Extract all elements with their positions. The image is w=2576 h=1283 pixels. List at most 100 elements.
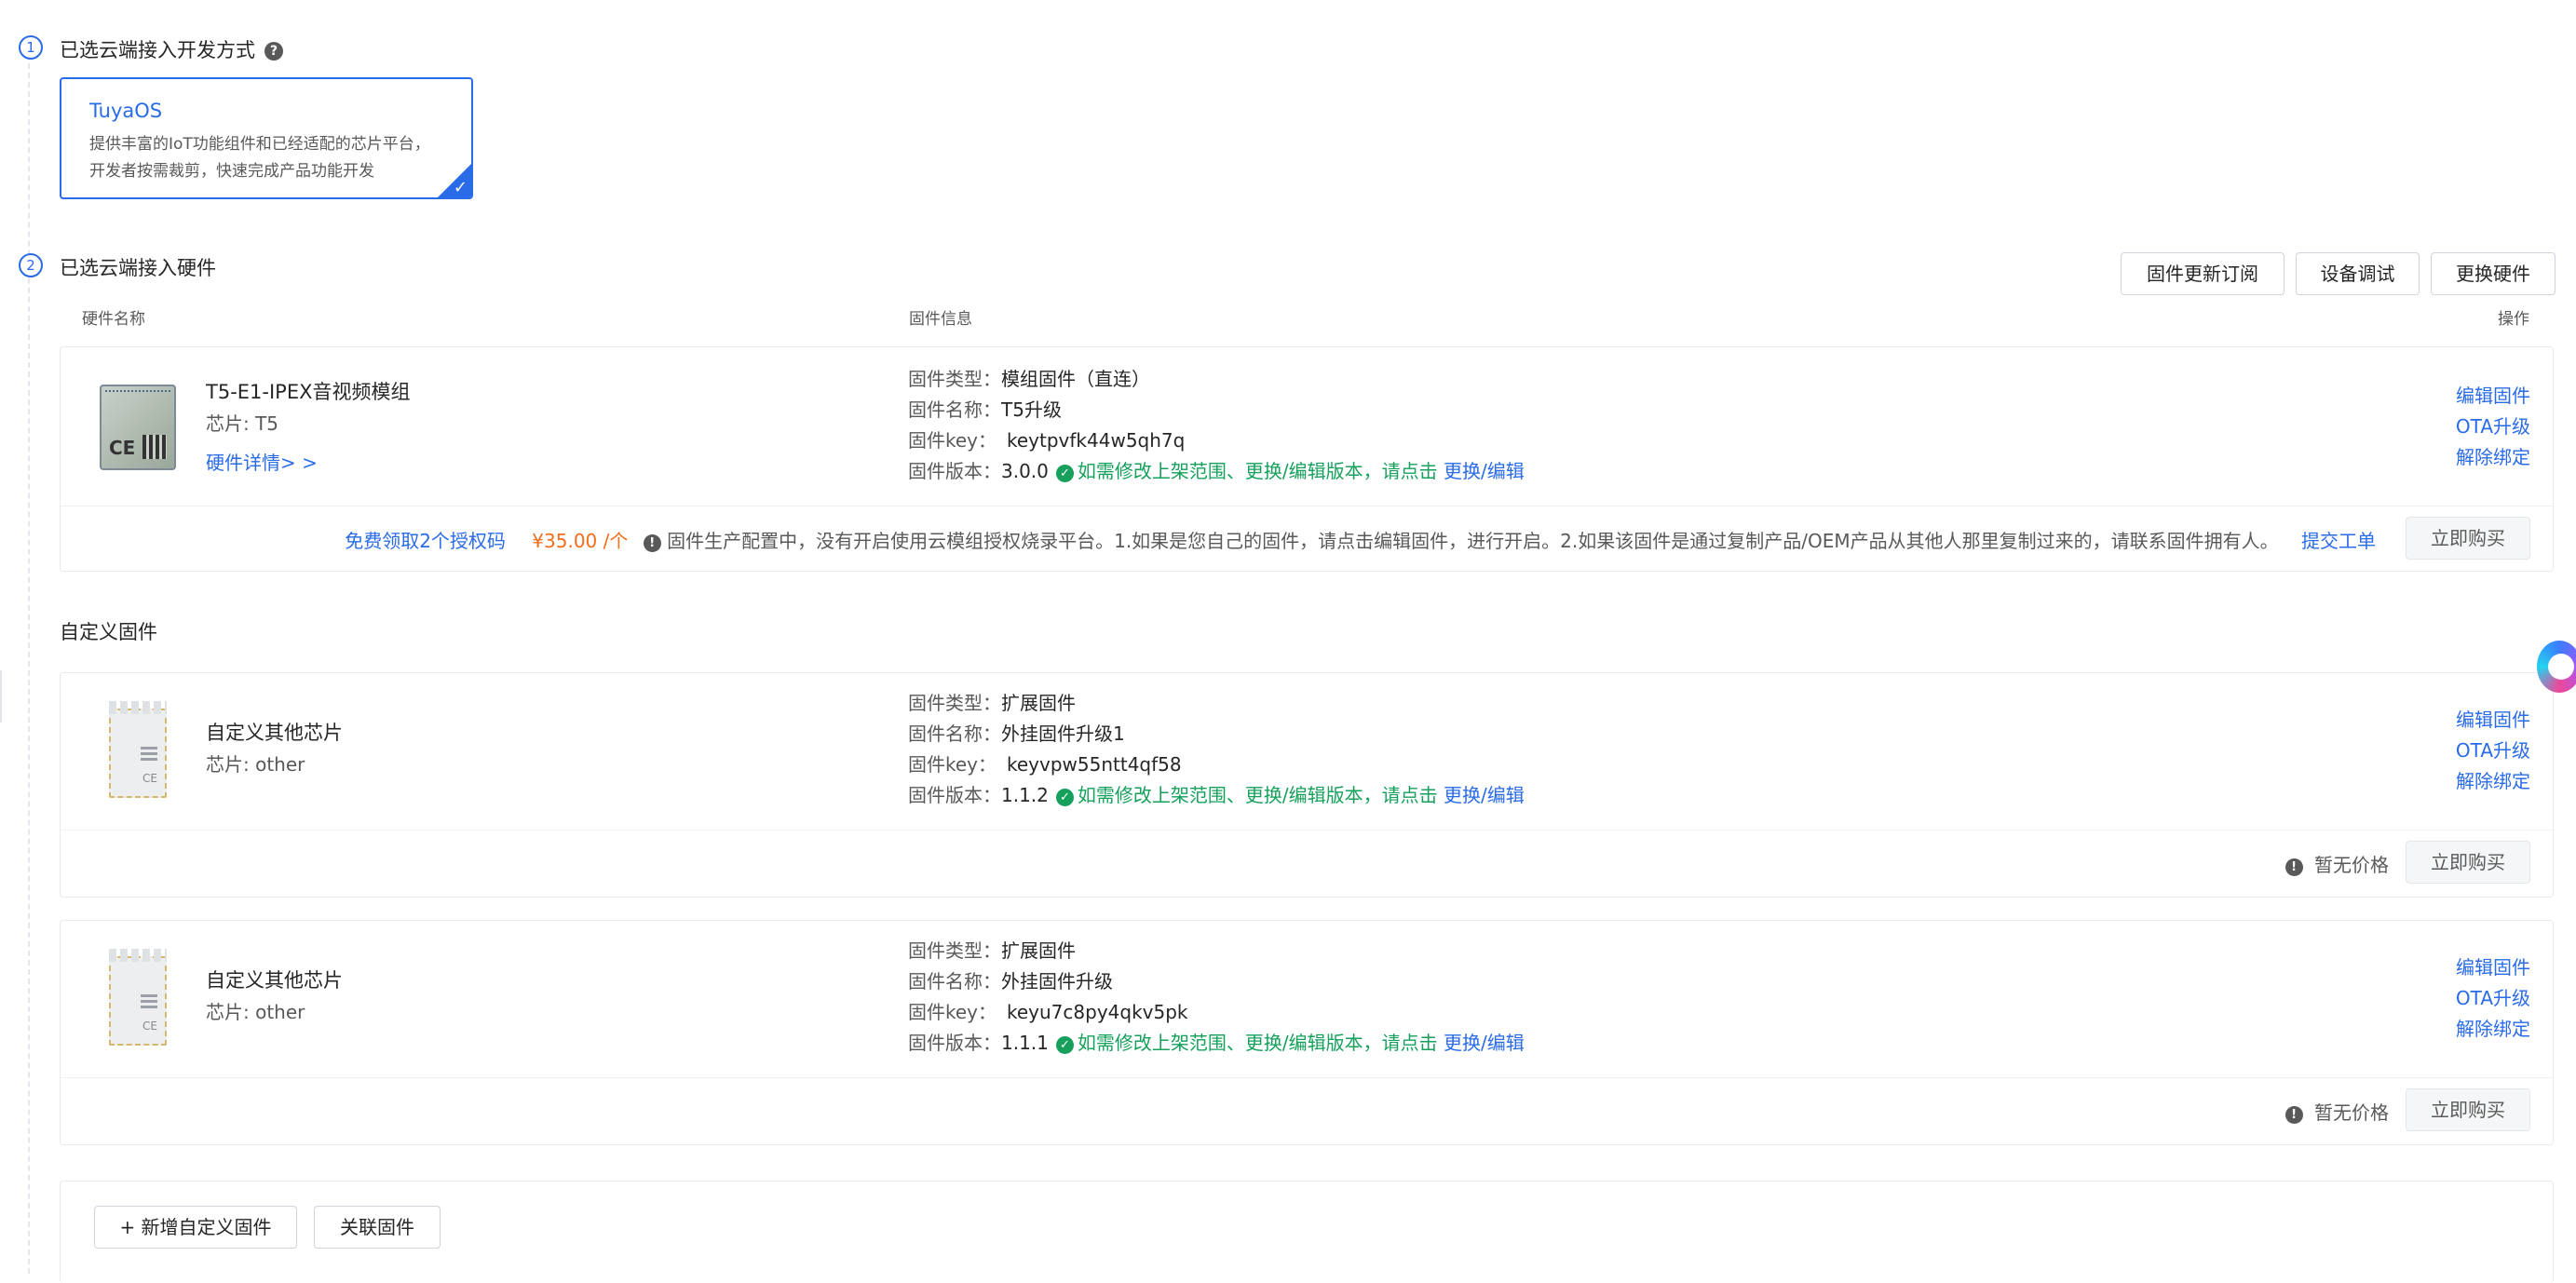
column-ops: 操作 bbox=[2498, 310, 2529, 329]
fw-key-value: keytpvfk44w5qh7q bbox=[1007, 429, 1186, 452]
fw-key-label: 固件key： bbox=[908, 753, 997, 776]
left-edge-marker bbox=[0, 670, 2, 723]
card-divider bbox=[61, 1077, 2553, 1078]
ota-upgrade-link[interactable]: OTA升级 bbox=[2456, 983, 2530, 1014]
edit-firmware-link[interactable]: 编辑固件 bbox=[2456, 952, 2530, 983]
fw-name-label: 固件名称： bbox=[908, 723, 1001, 745]
fw-type-label: 固件类型： bbox=[908, 368, 1001, 390]
ops-column: 编辑固件 OTA升级 解除绑定 bbox=[2456, 381, 2530, 473]
buy-now-button[interactable]: 立即购买 bbox=[2406, 517, 2530, 560]
fw-key-value: keyu7c8py4qkv5pk bbox=[1007, 1001, 1188, 1023]
step-1-title-text: 已选云端接入开发方式 bbox=[60, 39, 255, 61]
edit-firmware-link[interactable]: 编辑固件 bbox=[2456, 705, 2530, 736]
warning-icon: ! bbox=[643, 534, 661, 552]
fw-key-label: 固件key： bbox=[908, 1001, 997, 1023]
firmware-subscribe-button[interactable]: 固件更新订阅 bbox=[2121, 252, 2285, 295]
column-firmware: 固件信息 bbox=[909, 310, 972, 329]
step-2-number: 2 bbox=[19, 253, 43, 277]
fw-version-label: 固件版本： bbox=[908, 784, 1001, 806]
fw-name-value: 外挂固件升级 bbox=[1001, 970, 1113, 993]
generic-chip-image: CE bbox=[109, 949, 167, 1046]
add-custom-firmware-button[interactable]: + 新增自定义固件 bbox=[94, 1206, 297, 1249]
production-notice: 固件生产配置中，没有开启使用云模组授权烧录平台。1.如果是您自己的固件，请点击编… bbox=[667, 530, 2279, 552]
fw-key-value: keyvpw55ntt4qf58 bbox=[1007, 753, 1182, 776]
firmware-info: 固件类型：扩展固件 固件名称：外挂固件升级 固件key： keyu7c8py4qk… bbox=[908, 936, 1525, 1059]
fw-version-value: 1.1.1 bbox=[1001, 1032, 1049, 1054]
fw-version-value: 1.1.2 bbox=[1001, 784, 1049, 806]
price: ¥35.00 /个 bbox=[532, 530, 629, 552]
link-firmware-button[interactable]: 关联固件 bbox=[314, 1206, 441, 1249]
version-tip: 如需修改上架范围、更换/编辑版本，请点击 bbox=[1077, 460, 1438, 482]
warning-icon: ! bbox=[2285, 1106, 2303, 1124]
fw-version-label: 固件版本： bbox=[908, 1032, 1001, 1054]
hardware-detail-link[interactable]: 硬件详情> > bbox=[206, 448, 318, 475]
version-edit-link[interactable]: 更换/编辑 bbox=[1444, 460, 1525, 482]
fw-name-value: 外挂固件升级1 bbox=[1001, 723, 1125, 745]
custom-chip-name: 自定义其他芯片 bbox=[206, 969, 343, 992]
warning-icon: ! bbox=[2285, 858, 2303, 876]
check-icon: ✓ bbox=[453, 178, 468, 197]
device-debug-button[interactable]: 设备调试 bbox=[2296, 252, 2420, 295]
custom-firmware-card-1: CE 自定义其他芯片 芯片: other 固件类型：扩展固件 固件名称：外挂固件… bbox=[60, 672, 2554, 898]
ota-upgrade-link[interactable]: OTA升级 bbox=[2456, 736, 2530, 766]
module-chip-image: CE bbox=[100, 385, 176, 470]
fw-type-label: 固件类型： bbox=[908, 692, 1001, 714]
unbind-link[interactable]: 解除绑定 bbox=[2456, 1014, 2530, 1045]
custom-chip-name: 自定义其他芯片 bbox=[206, 722, 343, 744]
version-edit-link[interactable]: 更换/编辑 bbox=[1444, 1032, 1525, 1054]
version-tip: 如需修改上架范围、更换/编辑版本，请点击 bbox=[1077, 784, 1438, 806]
step-2-title: 已选云端接入硬件 bbox=[60, 257, 216, 279]
fw-version-value: 3.0.0 bbox=[1001, 460, 1049, 482]
replace-hardware-button[interactable]: 更换硬件 bbox=[2431, 252, 2556, 295]
ops-column: 编辑固件 OTA升级 解除绑定 bbox=[2456, 952, 2530, 1045]
tuyaos-card[interactable]: TuyaOS 提供丰富的IoT功能组件和已经适配的芯片平台，开发者按需裁剪，快速… bbox=[60, 77, 473, 199]
hardware-chip: 芯片: T5 bbox=[206, 412, 279, 435]
assistant-float-icon[interactable] bbox=[2537, 641, 2576, 693]
fw-type-value: 扩展固件 bbox=[1001, 692, 1076, 714]
fw-name-label: 固件名称： bbox=[908, 398, 1001, 421]
firmware-info: 固件类型：扩展固件 固件名称：外挂固件升级1 固件key： keyvpw55ntt… bbox=[908, 688, 1525, 811]
fw-version-label: 固件版本： bbox=[908, 460, 1001, 482]
step-1-number: 1 bbox=[19, 35, 43, 60]
price-row: ! 暂无价格 bbox=[2285, 850, 2389, 877]
buy-now-button[interactable]: 立即购买 bbox=[2406, 1088, 2530, 1131]
success-check-icon: ✓ bbox=[1055, 789, 1074, 806]
submit-ticket-link[interactable]: 提交工单 bbox=[2301, 530, 2376, 552]
hardware-card-main: CE T5-E1-IPEX音视频模组 芯片: T5 硬件详情> > 固件类型：模… bbox=[60, 346, 2554, 572]
step-connector-line bbox=[28, 54, 30, 1274]
fw-type-label: 固件类型： bbox=[908, 939, 1001, 962]
tuyaos-description: 提供丰富的IoT功能组件和已经适配的芯片平台，开发者按需裁剪，快速完成产品功能开… bbox=[89, 135, 430, 181]
no-price-text: 暂无价格 bbox=[2314, 1101, 2389, 1124]
unbind-link[interactable]: 解除绑定 bbox=[2456, 766, 2530, 797]
generic-chip-image: CE bbox=[109, 701, 167, 798]
unbind-link[interactable]: 解除绑定 bbox=[2456, 442, 2530, 473]
custom-firmware-actions: + 新增自定义固件 关联固件 bbox=[60, 1181, 2554, 1283]
step-1-title: 已选云端接入开发方式? bbox=[60, 35, 283, 63]
fw-type-value: 模组固件（直连） bbox=[1001, 368, 1150, 390]
custom-firmware-title: 自定义固件 bbox=[60, 621, 157, 643]
custom-chip-label: 芯片: other bbox=[206, 753, 305, 776]
firmware-info: 固件类型：模组固件（直连） 固件名称：T5升级 固件key： keytpvfk44… bbox=[908, 364, 1525, 487]
no-price-text: 暂无价格 bbox=[2314, 854, 2389, 876]
card-divider bbox=[61, 830, 2553, 831]
hardware-name: T5-E1-IPEX音视频模组 bbox=[206, 381, 411, 403]
custom-firmware-card-2: CE 自定义其他芯片 芯片: other 固件类型：扩展固件 固件名称：外挂固件… bbox=[60, 920, 2554, 1145]
version-edit-link[interactable]: 更换/编辑 bbox=[1444, 784, 1525, 806]
price-row: ! 暂无价格 bbox=[2285, 1098, 2389, 1125]
question-icon[interactable]: ? bbox=[264, 42, 283, 61]
fw-name-label: 固件名称： bbox=[908, 970, 1001, 993]
success-check-icon: ✓ bbox=[1055, 1036, 1074, 1054]
version-tip: 如需修改上架范围、更换/编辑版本，请点击 bbox=[1077, 1032, 1438, 1054]
success-check-icon: ✓ bbox=[1055, 465, 1074, 482]
column-hardware: 硬件名称 bbox=[82, 310, 145, 329]
fw-name-value: T5升级 bbox=[1001, 398, 1062, 421]
license-row: 免费领取2个授权码 ¥35.00 /个 ! 固件生产配置中，没有开启使用云模组授… bbox=[345, 526, 2376, 553]
buy-now-button[interactable]: 立即购买 bbox=[2406, 841, 2530, 884]
free-auth-link[interactable]: 免费领取2个授权码 bbox=[345, 530, 506, 552]
edit-firmware-link[interactable]: 编辑固件 bbox=[2456, 381, 2530, 412]
ops-column: 编辑固件 OTA升级 解除绑定 bbox=[2456, 705, 2530, 797]
fw-key-label: 固件key： bbox=[908, 429, 997, 452]
ota-upgrade-link[interactable]: OTA升级 bbox=[2456, 412, 2530, 442]
tuyaos-name: TuyaOS bbox=[89, 100, 163, 122]
fw-type-value: 扩展固件 bbox=[1001, 939, 1076, 962]
